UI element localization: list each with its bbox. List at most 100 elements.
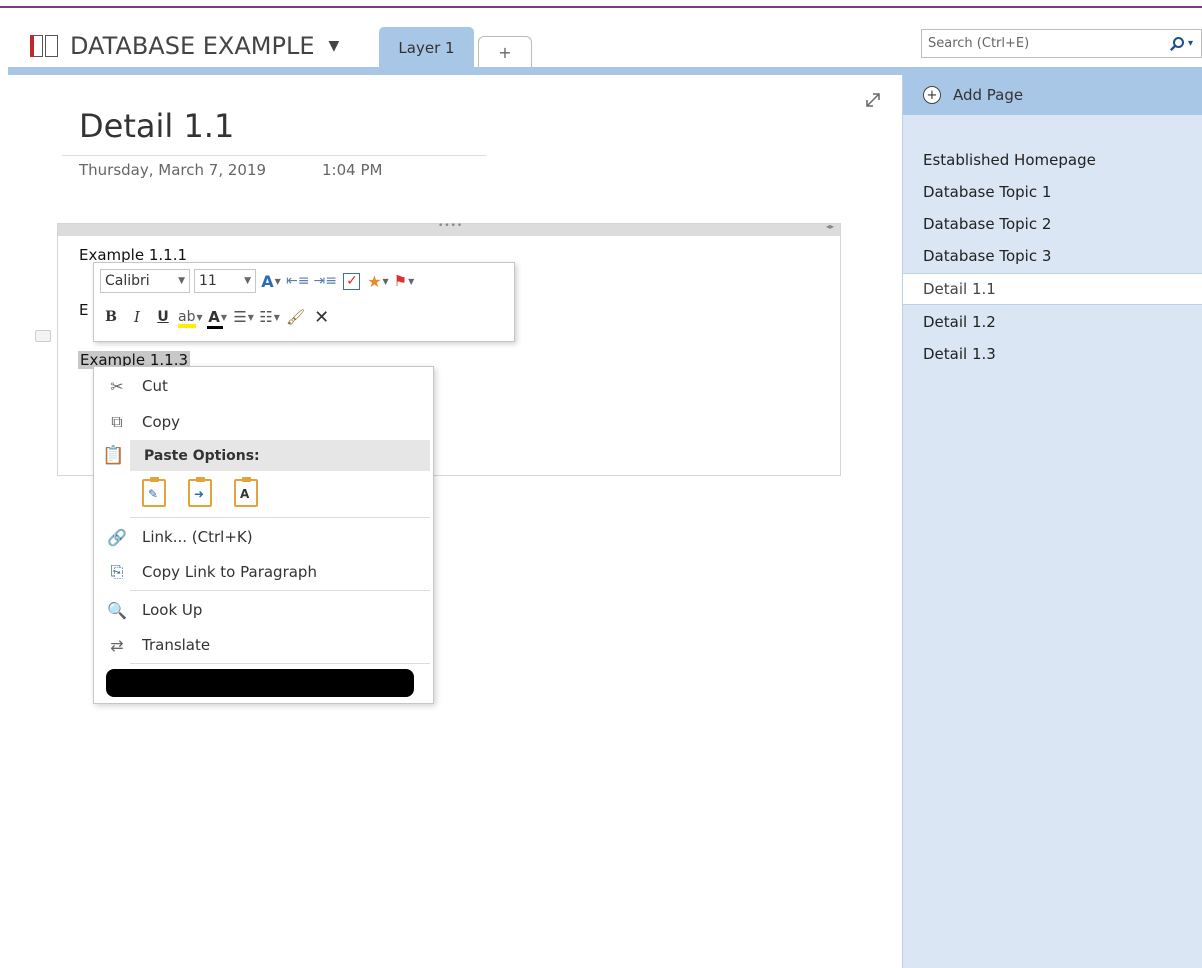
clear-formatting-button[interactable]: ✕ [311,305,333,329]
font-size-value: 11 [199,273,217,289]
font-name-value: Calibri [105,273,150,289]
tag-star-icon: ★ [367,271,382,291]
page-item-label: Database Topic 2 [923,215,1052,233]
paste-options-row: ✎ ➜ A [138,477,262,509]
menu-item-label: Look Up [142,601,203,619]
drag-handle-icon: •••• [438,221,464,231]
page-item-established-homepage[interactable]: Established Homepage [903,144,1202,176]
note-paragraph-2[interactable]: E [79,301,88,319]
section-color-bar [8,67,1202,75]
page-item-database-topic-2[interactable]: Database Topic 2 [903,208,1202,240]
underline-button[interactable]: U [152,305,174,329]
font-color-button[interactable]: A ▼ [207,305,229,329]
page-item-detail-1-1[interactable]: Detail 1.1 [903,273,1202,305]
tab-layer-1[interactable]: Layer 1 [379,27,474,68]
menu-item-label: Copy Link to Paragraph [142,563,317,581]
paste-merge-formatting-button[interactable]: ➜ [184,477,216,509]
add-section-tab[interactable]: + [478,36,532,68]
font-name-dropdown[interactable]: Calibri ▼ [100,269,190,293]
page-date: Thursday, March 7, 2019 [79,161,267,179]
chevron-down-icon: ▼ [244,276,251,286]
full-page-view-icon[interactable] [864,91,882,109]
outlook-task-button[interactable]: ⚑ ▼ [393,269,415,293]
search-box[interactable]: ▾ [921,29,1202,58]
todo-tag-button[interactable]: ✓ [341,269,363,293]
page-item-label: Database Topic 3 [923,247,1052,265]
menu-item-label: Cut [142,377,168,395]
italic-icon: I [134,308,140,326]
lookup-icon: 🔍 [107,600,127,620]
menu-item-cut[interactable]: ✂ Cut [94,371,433,401]
page-item-database-topic-1[interactable]: Database Topic 1 [903,176,1202,208]
paste-keep-formatting-button[interactable]: ✎ [138,477,170,509]
add-page-button[interactable]: + Add Page [903,75,1202,115]
menu-item-look-up[interactable]: 🔍 Look Up [94,595,433,625]
increase-indent-button[interactable]: ⇥≡ [313,269,336,293]
paste-text-only-button[interactable]: A [230,477,262,509]
resize-handle-icon[interactable]: ◂▸ [826,222,834,231]
page-item-label: Detail 1.2 [923,313,996,331]
menu-item-link[interactable]: 🔗 Link... (Ctrl+K) [94,522,433,552]
underline-icon: U [157,309,169,325]
numbered-list-icon: ☷ [259,308,273,326]
italic-button[interactable]: I [126,305,148,329]
paste-merge-formatting-icon: ➜ [188,477,212,507]
notebook-selector[interactable]: DATABASE EXAMPLE ▼ [30,30,339,62]
page-item-database-topic-3[interactable]: Database Topic 3 [903,240,1202,272]
styles-icon: A [261,271,274,291]
paintbrush-icon: 🖌 [286,308,306,326]
copy-link-icon: ⎘ [110,562,124,581]
chevron-down-icon: ▼ [328,38,340,54]
styles-button[interactable]: A ▼ [260,269,282,293]
page-title[interactable]: Detail 1.1 [79,107,234,145]
search-input[interactable] [922,30,1161,57]
clipboard-icon: 📋 [102,445,125,466]
menu-item-label: Copy [142,413,181,431]
numbering-button[interactable]: ☷ ▼ [259,305,281,329]
tag-button[interactable]: ★ ▼ [367,269,389,293]
format-painter-button[interactable]: 🖌 [285,305,307,329]
plus-icon: + [498,43,512,62]
page-time: 1:04 PM [322,161,383,179]
expand-icon [866,93,880,107]
decrease-indent-button[interactable]: ⇤≡ [286,269,309,293]
paste-keep-formatting-icon: ✎ [142,477,166,507]
translate-icon: ⇄ [110,635,124,655]
bold-icon: B [105,309,117,325]
page-item-detail-1-3[interactable]: Detail 1.3 [903,338,1202,370]
page-item-label: Database Topic 1 [923,183,1052,201]
menu-item-translate[interactable]: ⇄ Translate [94,630,433,660]
bullet-list-icon: ☰ [233,308,247,326]
copy-icon: ⧉ [111,412,123,431]
menu-separator [130,590,430,591]
increase-indent-icon: ⇥≡ [313,273,337,289]
font-size-dropdown[interactable]: 11 ▼ [194,269,256,293]
highlight-button[interactable]: ab ▼ [178,305,203,329]
paragraph-handle-icon[interactable] [35,330,51,342]
chevron-down-icon: ▼ [178,276,185,286]
add-circle-icon: + [923,86,941,104]
page-item-detail-1-2[interactable]: Detail 1.2 [903,306,1202,338]
link-icon: 🔗 [107,527,127,547]
bullets-button[interactable]: ☰ ▼ [233,305,255,329]
mini-toolbar: Calibri ▼ 11 ▼ A ▼ ⇤≡ ⇥≡ ✓ ★ ▼ ⚑ ▼ B I U… [93,262,515,342]
scissors-icon: ✂ [110,376,124,396]
page-list-pane: + Add Page Established Homepage Database… [902,75,1202,968]
search-button[interactable]: ▾ [1161,30,1201,57]
font-color-icon: A [207,308,223,329]
notebook-icon [30,35,60,57]
paste-options-label: Paste Options: [144,447,260,464]
title-divider [62,155,486,156]
menu-item-copy-link-to-paragraph[interactable]: ⎘ Copy Link to Paragraph [94,557,433,587]
paste-options-header: Paste Options: [130,440,430,471]
checkbox-icon: ✓ [343,272,361,290]
menu-separator [130,517,430,518]
bold-button[interactable]: B [100,305,122,329]
close-icon: ✕ [314,306,330,328]
tab-label: Layer 1 [398,38,455,57]
window-accent-line [0,6,1202,8]
note-container-handle[interactable]: •••• ◂▸ [58,221,840,236]
menu-item-label: Translate [142,636,211,654]
menu-item-copy[interactable]: ⧉ Copy [94,407,433,437]
redacted-menu-item [106,669,414,697]
